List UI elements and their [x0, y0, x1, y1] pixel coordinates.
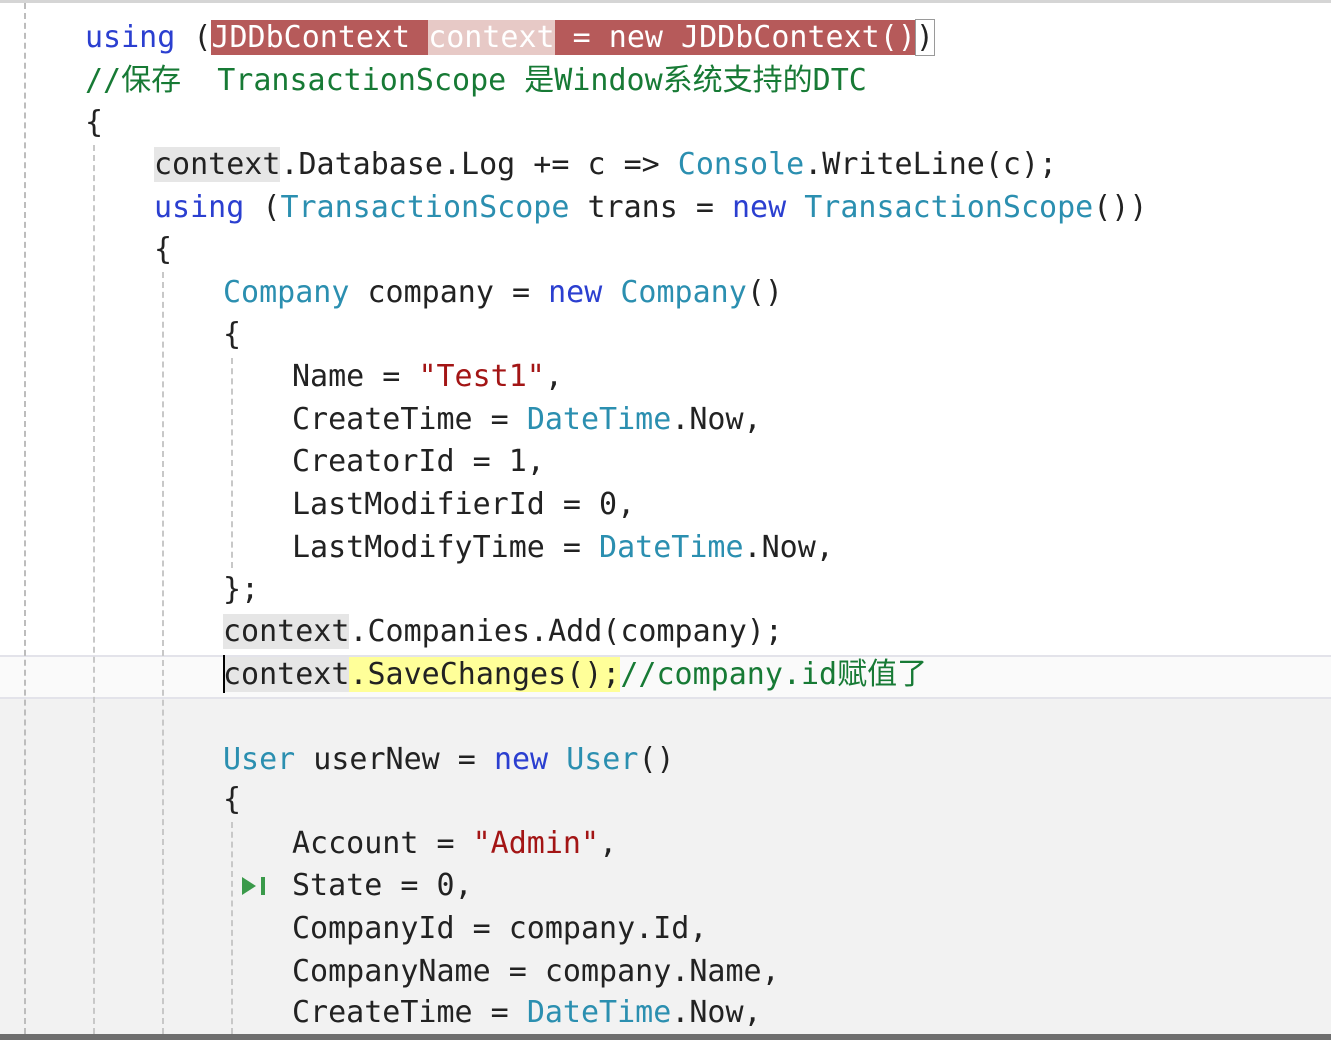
code-token: .Now,: [671, 402, 762, 437]
code-line-18[interactable]: {: [223, 780, 241, 820]
type-token: Console: [677, 147, 805, 182]
step-arrow-icon[interactable]: [240, 871, 268, 901]
type-token: Company: [620, 275, 747, 310]
code-token: (: [175, 20, 212, 55]
code-token: .WriteLine(c);: [804, 147, 1058, 182]
code-line-15[interactable]: context.Companies.Add(company);: [223, 612, 783, 652]
code-token: userNew =: [295, 742, 494, 777]
code-editor[interactable]: using (JDDbContext context = new JDDbCon…: [0, 0, 1331, 1040]
code-line-3[interactable]: {: [85, 103, 103, 143]
code-token: .Now,: [743, 530, 834, 565]
indent-guide: [231, 822, 233, 1034]
code-line-9[interactable]: Name = "Test1",: [292, 357, 563, 397]
string-token: "Test1": [418, 359, 545, 394]
code-token: LastModifyTime =: [292, 530, 600, 565]
comment-token: //company.id赋值了: [620, 657, 928, 692]
code-token: ,: [599, 826, 618, 861]
code-token: CreateTime =: [292, 995, 527, 1030]
code-token: ()): [1093, 190, 1148, 225]
type-token: DateTime: [526, 995, 672, 1030]
keyword-token: new: [548, 275, 603, 310]
code-line-21[interactable]: CompanyId = company.Id,: [292, 909, 707, 949]
indent-guide: [93, 145, 95, 1034]
error-highlight-token: = new JDDbContext(): [554, 20, 916, 55]
type-token: DateTime: [526, 402, 672, 437]
code-token: .Now,: [671, 995, 762, 1030]
reference-highlight-token: context: [223, 657, 350, 692]
code-line-2[interactable]: //保存 TransactionScope 是Window系统支持的DTC: [85, 61, 867, 101]
keyword-token: new: [493, 742, 549, 777]
keyword-token: using: [85, 20, 176, 55]
type-token: TransactionScope: [804, 190, 1094, 225]
type-token: User: [566, 742, 639, 777]
type-token: Company: [223, 275, 350, 310]
highlighted-statement: .SaveChanges();: [349, 657, 621, 692]
code-token: Name =: [292, 359, 419, 394]
error-highlight-token: JDDbContext: [211, 20, 429, 55]
code-line-5[interactable]: using (TransactionScope trans = new Tran…: [154, 188, 1147, 228]
code-line-7[interactable]: Company company = new Company(): [223, 273, 783, 313]
code-line-4[interactable]: context.Database.Log += c => Console.Wri…: [154, 145, 1057, 185]
type-token: TransactionScope: [280, 190, 570, 225]
keyword-token: using: [154, 190, 245, 225]
code-line-16[interactable]: context.SaveChanges();//company.id赋值了: [223, 655, 927, 695]
indent-guide: [231, 358, 233, 568]
code-line-12[interactable]: LastModifierId = 0,: [292, 485, 635, 525]
code-token: (): [746, 275, 783, 310]
code-line-22[interactable]: CompanyName = company.Name,: [292, 952, 780, 992]
selected-token: context: [428, 20, 555, 55]
code-token: (): [638, 742, 675, 777]
code-token: .Companies.Add(company);: [349, 614, 783, 649]
code-token: company =: [349, 275, 549, 310]
code-line-6[interactable]: {: [154, 230, 172, 270]
matching-paren: ): [914, 19, 935, 56]
type-token: User: [223, 742, 296, 777]
code-line-8[interactable]: {: [223, 315, 241, 355]
keyword-token: new: [731, 190, 787, 225]
code-line-20[interactable]: State = 0,: [292, 866, 473, 906]
string-token: "Admin": [472, 826, 600, 861]
code-line-19[interactable]: Account = "Admin",: [292, 824, 617, 864]
code-token: ,: [544, 359, 563, 394]
type-token: DateTime: [599, 530, 744, 565]
code-line-17[interactable]: User userNew = new User(): [223, 740, 675, 780]
code-line-11[interactable]: CreatorId = 1,: [292, 442, 545, 482]
code-token: CreateTime =: [292, 402, 527, 437]
code-line-23[interactable]: CreateTime = DateTime.Now,: [292, 993, 762, 1033]
code-line-14[interactable]: };: [223, 570, 259, 610]
editor-top-edge: [0, 0, 1331, 3]
code-token: (: [244, 190, 281, 225]
code-line-10[interactable]: CreateTime = DateTime.Now,: [292, 400, 762, 440]
code-token: Account =: [292, 826, 473, 861]
reference-highlight-token: context: [223, 614, 350, 649]
code-token: trans =: [569, 190, 732, 225]
reference-highlight-token: context: [154, 147, 281, 182]
code-line-1[interactable]: using (JDDbContext context = new JDDbCon…: [85, 18, 935, 58]
indent-guide: [162, 272, 164, 1034]
code-line-13[interactable]: LastModifyTime = DateTime.Now,: [292, 528, 834, 568]
code-token: .Database.Log += c =>: [280, 147, 678, 182]
margin-guide: [24, 3, 26, 1034]
text-caret: [223, 655, 225, 693]
editor-bottom-edge: [0, 1034, 1331, 1040]
